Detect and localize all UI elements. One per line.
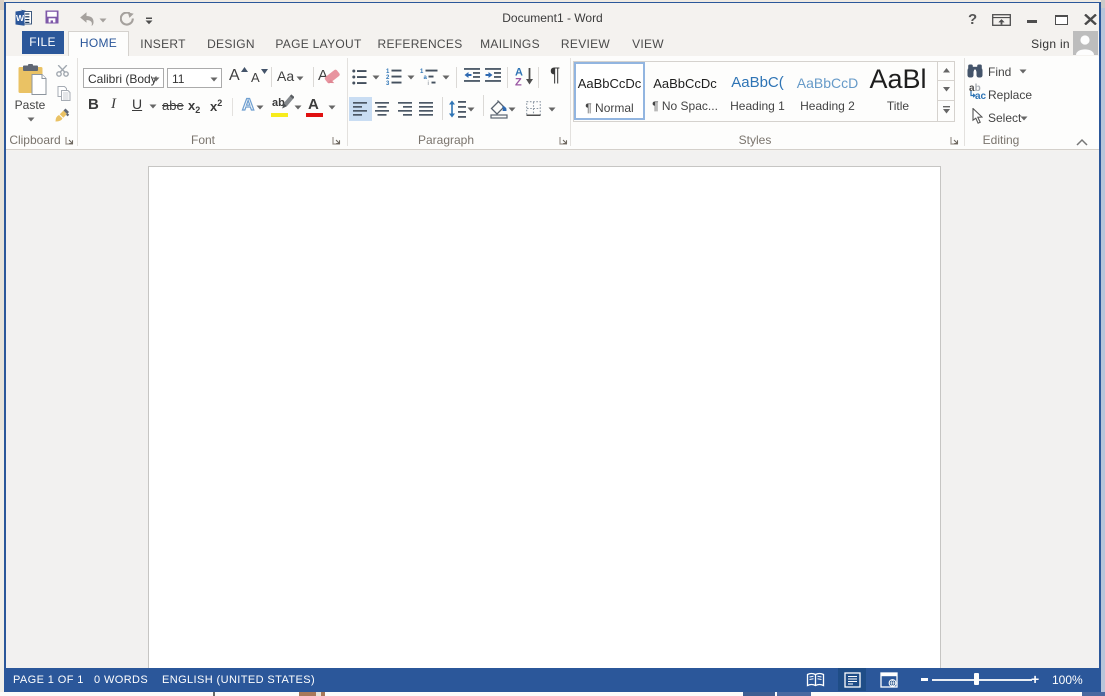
svg-text:3: 3 bbox=[386, 81, 390, 86]
svg-text:Z: Z bbox=[515, 77, 522, 87]
svg-text:i: i bbox=[428, 81, 429, 86]
